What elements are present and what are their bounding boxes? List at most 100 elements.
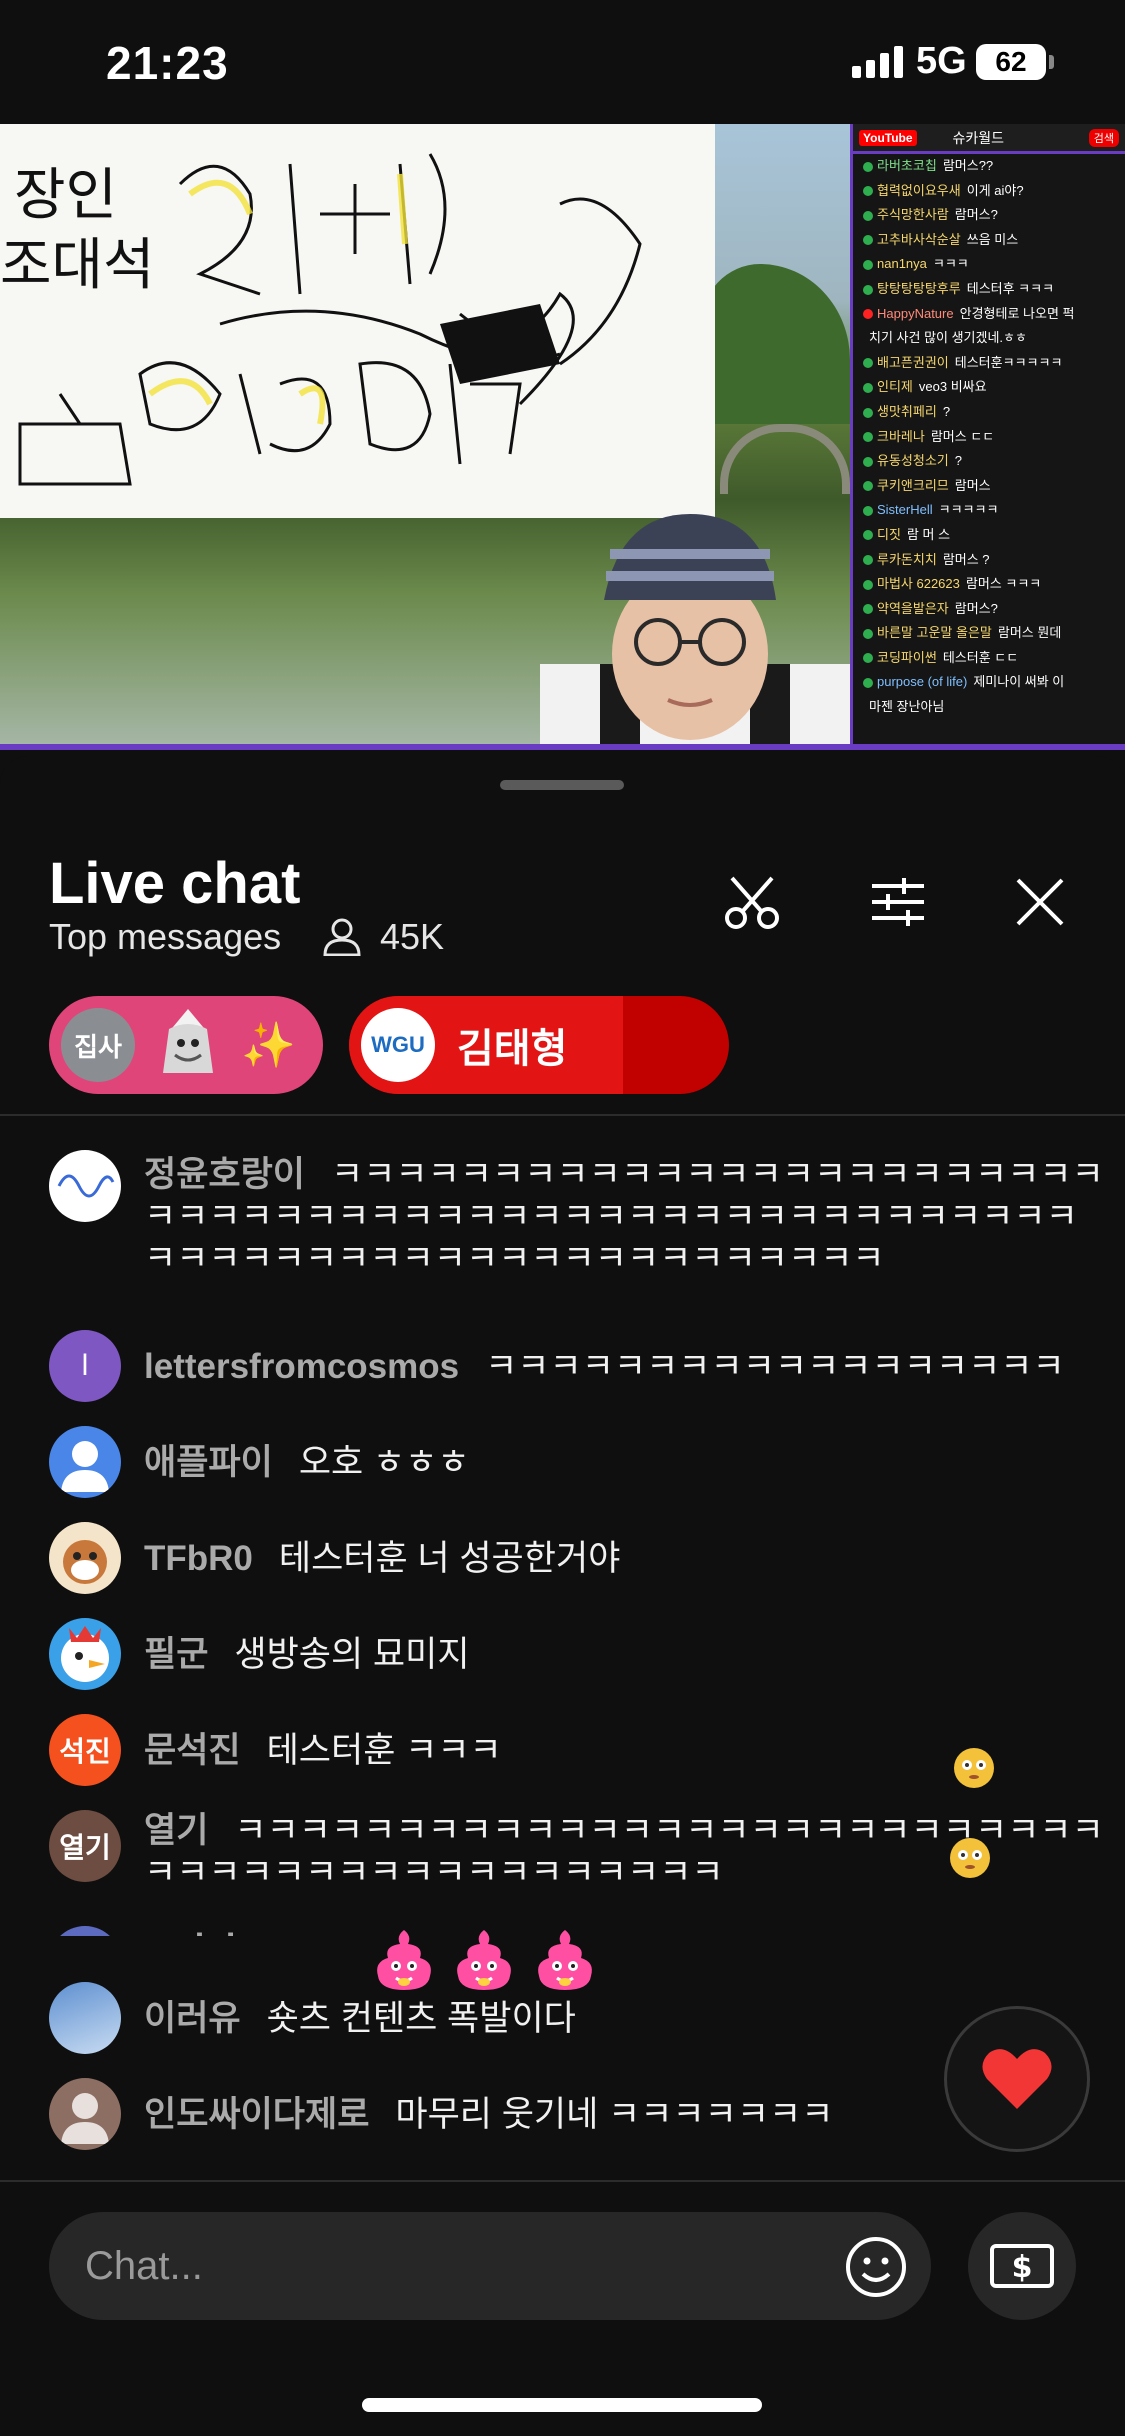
side-chat-message: 루카돈치치 람머스 ?: [853, 548, 1125, 573]
heart-icon: [982, 2049, 1052, 2109]
streamer-webcam: [540, 514, 850, 750]
side-chat-text: ㅋㅋㅋㅋㅋ: [938, 502, 999, 518]
whiteboard-scribble: [18, 153, 642, 486]
video-bridge: [720, 424, 850, 494]
status-time: 21:23: [106, 37, 229, 89]
side-chat-message: 주식망한사람 람머스?: [853, 203, 1125, 228]
side-chat-text: 람머스: [954, 477, 991, 493]
member-icon: [863, 653, 873, 664]
side-chat-message: 협력없이요우새 이게 ai야?: [853, 179, 1125, 204]
author-name[interactable]: 인도싸이다제로: [144, 2095, 369, 2134]
close-icon[interactable]: [1008, 870, 1072, 934]
avatar[interactable]: l: [49, 1330, 121, 1402]
author-name[interactable]: lettersfromcosmos: [144, 1347, 459, 1386]
sparkles-icon: ✨: [241, 1021, 296, 1070]
side-chat-message: 마젠 장난아님: [853, 695, 1125, 720]
side-chat-author: 라버초코칩: [877, 158, 937, 173]
author-name[interactable]: majok_run: [144, 1927, 321, 1936]
dollar-icon: $: [990, 2244, 1054, 2288]
author-name[interactable]: 정윤호랑이: [144, 1155, 305, 1194]
viewer-count: 45K: [380, 916, 445, 957]
side-chat-message: SisterHell ㅋㅋㅋㅋㅋ: [853, 498, 1125, 523]
member-icon: [863, 628, 873, 639]
avatar[interactable]: [49, 1426, 121, 1498]
message-text: ㅋㅋㅋㅋㅋㅋㅋㅋㅋㅋㅋㅋㅋㅋㅋㅋㅋㅋ: [485, 1347, 1065, 1386]
member-icon: [863, 555, 873, 566]
video-mountain: [700, 264, 850, 424]
author-name[interactable]: TFbR0: [144, 1539, 253, 1578]
side-chat-author: 배고픈권권이: [877, 354, 949, 370]
smiley-icon[interactable]: [845, 2236, 907, 2298]
poop-icon: [377, 1930, 431, 1990]
stream-side-chat: YouTube 슈카월드 검색 라버초코칩 람머스?? 협력없이요우새 이게 ai야?…: [850, 124, 1125, 750]
member-icon: [863, 186, 873, 197]
svg-text:$: $: [1012, 2250, 1033, 2285]
side-chat-text: 제미나이 써봐 이: [973, 674, 1065, 690]
avatar[interactable]: 열기: [49, 1810, 121, 1882]
member-icon: [863, 210, 873, 221]
side-chat-text: 람머스 뭔데: [997, 625, 1062, 641]
side-chat-message: 인티제 veo3 비싸요: [853, 375, 1125, 400]
side-chat-message: 탕탕탕탕탕후루 테스터후 ㅋㅋㅋ: [853, 277, 1125, 302]
message-text: 테스터훈 너 성공한거야: [278, 1539, 621, 1578]
sliders-icon[interactable]: [866, 870, 930, 934]
author-name[interactable]: 문석진: [144, 1731, 241, 1770]
author-name[interactable]: 열기: [144, 1811, 208, 1850]
poop-emoji-row: [368, 1924, 605, 1996]
message-text: 마무리 웃기네 ㅋㅋㅋㅋㅋㅋㅋ: [395, 2095, 834, 2134]
side-chat-message: 고추바사삭순살 쓰음 미스: [853, 228, 1125, 253]
avatar: WGU: [361, 1008, 435, 1082]
member-icon: [863, 358, 873, 369]
battery-tip: [1049, 55, 1054, 69]
side-chat-text: 람머스 ?: [942, 551, 990, 567]
battery-icon: 62: [976, 44, 1046, 80]
network-label: 5G: [916, 40, 967, 82]
whiteboard-drawing: 장인 조대석: [0, 124, 715, 518]
side-chat-author: purpose (of life): [877, 674, 968, 690]
side-chat-message: 크바레나 람머스 ㄷㄷ: [853, 425, 1125, 450]
drag-handle[interactable]: [500, 780, 624, 790]
side-chat-author: 유동성청소기: [877, 453, 949, 469]
author-name[interactable]: 이러유: [144, 1999, 241, 2038]
side-chat-message: HappyNature 안경형테로 나오면 퍽: [853, 302, 1125, 327]
pinned-sticker-1[interactable]: 집사 ✨: [49, 996, 323, 1094]
member-icon: [863, 604, 873, 615]
side-chat-text: 람머스?: [954, 600, 998, 616]
super-chat-button[interactable]: $: [968, 2212, 1076, 2320]
avatar[interactable]: m: [49, 1926, 121, 1936]
pinned-sticker-2[interactable]: WGU 김태형: [349, 996, 729, 1094]
side-chat-text: 람머스?: [954, 207, 998, 223]
scissors-icon[interactable]: [720, 870, 784, 934]
video-frame-border: [0, 744, 1125, 750]
avatar[interactable]: [49, 1618, 121, 1690]
chat-input[interactable]: [85, 2236, 845, 2296]
author-name[interactable]: 애플파이: [144, 1443, 273, 1482]
panel-title: Live chat: [49, 851, 301, 916]
side-chat-author: 코딩파이썬: [877, 649, 937, 665]
chat-messages[interactable]: 정윤호랑이 ㅋㅋㅋㅋㅋㅋㅋㅋㅋㅋㅋㅋㅋㅋㅋㅋㅋㅋㅋㅋㅋㅋㅋㅋㅋㅋㅋㅋㅋㅋㅋㅋㅋㅋㅋ…: [0, 1116, 1125, 1936]
chat-mode-selector[interactable]: Top messages: [49, 916, 281, 958]
member-icon: [863, 530, 873, 541]
viewers-icon: [323, 918, 361, 956]
video-player[interactable]: 장인 조대석 YouTube 슈카월드 검색 라버초코칩 람머스?? 협력없이요…: [0, 124, 1125, 750]
side-chat-header: YouTube 슈카월드 검색: [853, 124, 1125, 154]
side-chat-author: 크바레나: [877, 428, 925, 444]
avatar[interactable]: [49, 2078, 121, 2150]
avatar[interactable]: [49, 1150, 121, 1222]
side-chat-message: 바른말 고운말 올은말 람머스 뭔데: [853, 621, 1125, 646]
side-chat-author: SisterHell: [877, 502, 933, 518]
avatar[interactable]: [49, 1522, 121, 1594]
side-chat-badge: 검색: [1088, 128, 1119, 147]
side-chat-text: 람머스 ㅋㅋㅋ: [965, 576, 1042, 592]
home-indicator[interactable]: [362, 2398, 762, 2412]
member-icon: [863, 505, 873, 516]
side-chat-message: 마법사 622623 람머스 ㅋㅋㅋ: [853, 572, 1125, 597]
side-chat-message: 치기 사건 많이 생기겠네.ㅎㅎ: [853, 326, 1125, 351]
avatar[interactable]: 석진: [49, 1714, 121, 1786]
member-icon: [863, 481, 873, 492]
heart-reaction-button[interactable]: [944, 2006, 1090, 2152]
avatar[interactable]: [49, 1982, 121, 2054]
side-chat-text: 람머스 ㄷㄷ: [930, 428, 995, 444]
side-chat-author: 협력없이요우새: [877, 182, 961, 198]
author-name[interactable]: 필군: [144, 1635, 208, 1674]
